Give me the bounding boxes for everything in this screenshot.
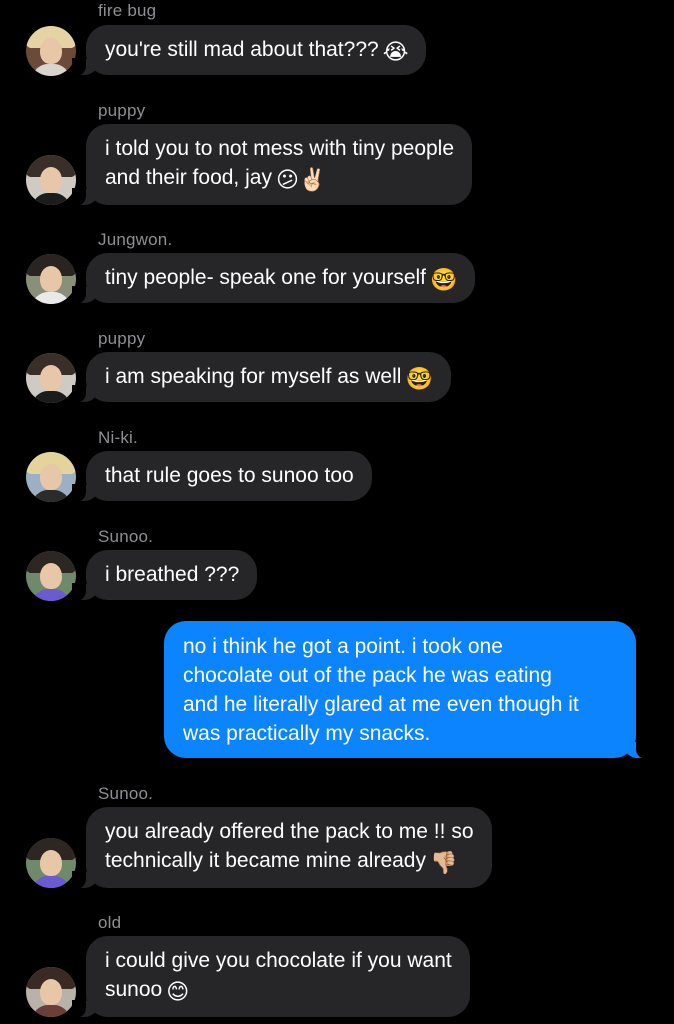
- message-text: and their food, jay: [105, 166, 272, 189]
- message-text: tiny people- speak one for yourself: [105, 266, 427, 289]
- message-bubble[interactable]: you already offered the pack to me !! so…: [72, 807, 492, 889]
- message-text: chocolate out of the pack he was eating: [183, 664, 552, 687]
- message-text: technically it became mine already: [105, 849, 426, 872]
- message-bubble[interactable]: tiny people- speak one for yourself 🤓: [71, 253, 476, 304]
- sender-name: Jungwon.: [98, 230, 173, 249]
- sender-name: Sunoo.: [98, 527, 154, 546]
- message-bubble[interactable]: i told you to not mess with tiny people …: [71, 124, 473, 206]
- thumbs-down-emoji-icon: 👎🏼: [430, 851, 458, 876]
- avatar[interactable]: [26, 967, 76, 1017]
- nerd-face-emoji-icon: 🤓: [430, 268, 458, 293]
- nerd-face-emoji-icon: 🤓: [405, 367, 433, 392]
- message-bubble[interactable]: you're still mad about that??? 😭: [71, 25, 427, 76]
- smiling-face-emoji-icon: 😊: [166, 980, 190, 1005]
- avatar[interactable]: [26, 551, 76, 601]
- message-text: i breathed ???: [105, 563, 240, 586]
- message-text: and he literally glared at me even thoug…: [183, 693, 579, 716]
- avatar[interactable]: [26, 353, 76, 403]
- sender-name: Sunoo.: [98, 784, 154, 803]
- message-text: you already offered the pack to me !! so: [105, 820, 474, 843]
- message-text: i told you to not mess with tiny people: [105, 137, 455, 160]
- message-bubble[interactable]: i am speaking for myself as well 🤓: [72, 352, 451, 403]
- message-text: sunoo: [105, 978, 163, 1001]
- avatar[interactable]: [26, 254, 76, 304]
- sender-name: puppy: [98, 101, 146, 120]
- sender-name: puppy: [98, 329, 146, 348]
- sender-name: old: [98, 913, 122, 932]
- message-bubble[interactable]: i breathed ???: [71, 550, 258, 601]
- message-bubble[interactable]: that rule goes to sunoo too: [72, 451, 372, 502]
- message-text: i am speaking for myself as well: [105, 365, 402, 388]
- message-text: no i think he got a point. i took one: [183, 635, 503, 658]
- avatar[interactable]: [26, 452, 76, 502]
- message-text: you're still mad about that???: [105, 38, 379, 61]
- loudly-crying-emoji-icon: 😭: [382, 40, 409, 65]
- avatar[interactable]: [26, 155, 76, 205]
- message-text: was practically my snacks.: [183, 722, 431, 745]
- avatar[interactable]: [26, 26, 76, 76]
- message-text: i could give you chocolate if you want: [105, 949, 452, 972]
- message-bubble[interactable]: i could give you chocolate if you want s…: [72, 936, 470, 1018]
- sender-name: Ni-ki.: [98, 428, 138, 447]
- message-thread: fire bug you're still mad about that??? 😭…: [0, 0, 674, 1024]
- message-text: that rule goes to sunoo too: [105, 464, 354, 487]
- outgoing-message-bubble[interactable]: no i think he got a point. i took one ch…: [164, 621, 650, 759]
- avatar[interactable]: [26, 838, 76, 888]
- confused-and-victory-emoji-icon: 😕✌🏻: [275, 168, 327, 193]
- sender-name: fire bug: [98, 1, 157, 20]
